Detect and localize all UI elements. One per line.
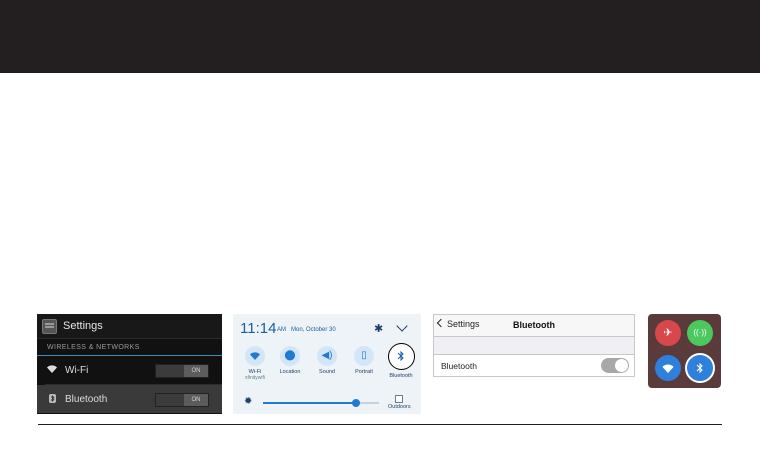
date: Mon, October 30 — [291, 327, 336, 333]
wifi-row[interactable]: Wi-Fi ON — [37, 356, 222, 384]
bluetooth-icon — [47, 393, 57, 405]
tile-location[interactable]: ⬤ Location — [272, 346, 308, 375]
wifi-icon[interactable] — [655, 355, 681, 381]
settings-app-icon — [42, 318, 57, 334]
brightness-icon: ✹ — [244, 396, 253, 407]
location-icon: ⬤ — [280, 346, 300, 366]
wifi-label: Wi-Fi — [65, 364, 89, 376]
nav-title: Bluetooth — [513, 320, 555, 330]
bluetooth-cell-label: Bluetooth — [441, 361, 477, 371]
wifi-icon — [47, 365, 57, 375]
samsung-quick-panel: 11:14 AM Mon, October 30 ✱ Wi-Fi xfinity… — [233, 314, 421, 414]
bluetooth-toggle-state: ON — [184, 394, 208, 406]
wifi-icon — [245, 346, 265, 366]
tile-label: Location — [279, 369, 301, 375]
outdoors-label: Outdoors — [388, 404, 411, 410]
tile-sound[interactable]: ◀) Sound — [309, 346, 345, 375]
android-settings-panel: Settings WIRELESS & NETWORKS Wi-Fi ON Bl… — [37, 314, 222, 414]
bottom-rule — [38, 424, 722, 425]
bluetooth-switch[interactable] — [601, 358, 629, 373]
bluetooth-label: Bluetooth — [65, 393, 108, 405]
switch-knob — [615, 359, 628, 372]
settings-title: Settings — [63, 320, 103, 332]
outdoors-checkbox[interactable] — [395, 395, 403, 403]
tile-sublabel: xfinitywifi — [244, 375, 265, 381]
tile-wifi[interactable]: Wi-Fi xfinitywifi — [237, 346, 273, 381]
control-center-panel: ✈ ((·)) — [648, 314, 721, 388]
chevron-down-icon[interactable] — [396, 320, 408, 332]
sound-icon: ◀) — [317, 346, 337, 366]
bluetooth-row[interactable]: Bluetooth ON — [37, 385, 222, 413]
tile-label: Portrait — [355, 369, 373, 375]
nav-bar: Settings Bluetooth — [434, 315, 634, 337]
brightness-thumb[interactable] — [351, 399, 360, 407]
clock: 11:14 — [240, 320, 277, 337]
brightness-fill — [263, 402, 356, 404]
am-pm: AM — [277, 327, 286, 333]
tile-label: Sound — [319, 369, 335, 375]
bluetooth-toggle[interactable]: ON — [155, 393, 209, 407]
wifi-toggle[interactable]: ON — [155, 364, 209, 378]
bluetooth-cell: Bluetooth — [434, 354, 634, 376]
ios-bluetooth-settings: Settings Bluetooth Bluetooth — [433, 314, 635, 377]
gear-icon[interactable]: ✱ — [374, 322, 383, 335]
bluetooth-icon — [387, 343, 415, 370]
portrait-icon: ▯ — [354, 346, 374, 366]
bluetooth-icon[interactable] — [685, 353, 715, 383]
brightness-slider[interactable] — [263, 399, 379, 407]
tile-bluetooth[interactable]: Bluetooth — [383, 343, 419, 379]
tile-portrait[interactable]: ▯ Portrait — [346, 346, 382, 375]
airplane-icon[interactable]: ✈ — [655, 320, 681, 346]
settings-header: Settings — [37, 314, 222, 339]
section-header: WIRELESS & NETWORKS — [37, 339, 222, 356]
wifi-toggle-state: ON — [184, 365, 208, 377]
cellular-icon[interactable]: ((·)) — [687, 320, 713, 346]
top-banner — [0, 0, 760, 73]
tile-label: Bluetooth — [389, 373, 413, 379]
